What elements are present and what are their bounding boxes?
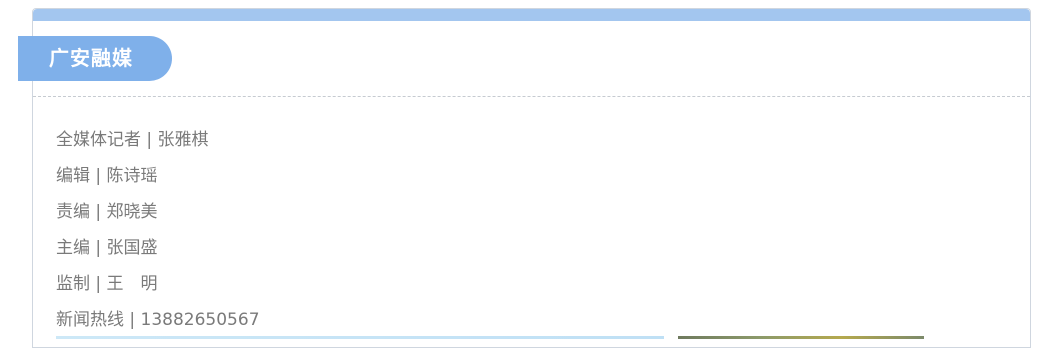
credit-reporter: 全媒体记者 | 张雅棋 — [56, 130, 209, 150]
credit-editor: 编辑 | 陈诗瑶 — [56, 166, 158, 186]
dashed-divider — [33, 96, 1030, 97]
credits-list: 全媒体记者 | 张雅棋 编辑 | 陈诗瑶 责编 | 郑晓美 主编 | 张国盛 监… — [56, 124, 260, 340]
credit-supervisor: 监制 | 王 明 — [56, 274, 158, 294]
credit-responsible-editor: 责编 | 郑晓美 — [56, 202, 158, 222]
card-top-strip — [33, 9, 1030, 21]
credit-chief-editor: 主编 | 张国盛 — [56, 238, 158, 258]
credit-news-hotline: 新闻热线 | 13882650567 — [56, 310, 260, 330]
source-tag: 广安融媒 — [18, 36, 172, 81]
